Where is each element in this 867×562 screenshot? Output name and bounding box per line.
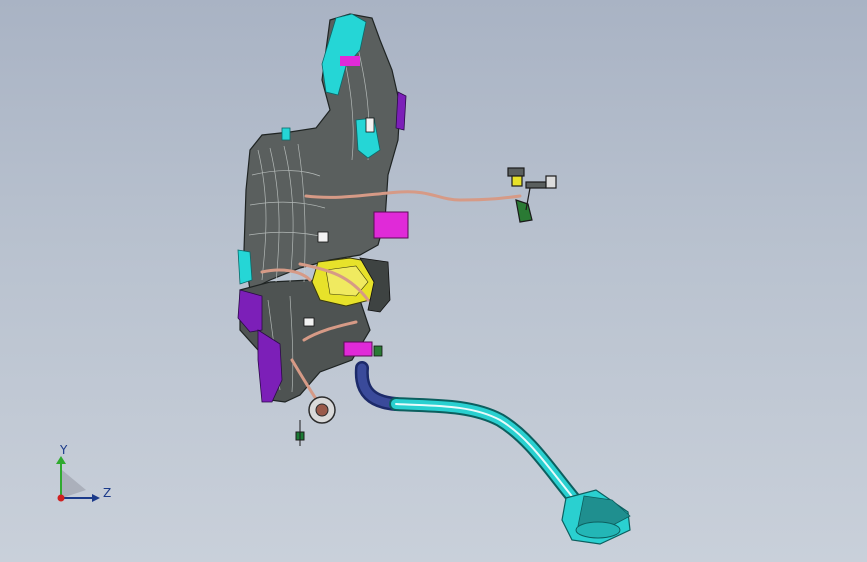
axis-z-label: Z [103, 486, 112, 500]
cad-viewport[interactable]: Y Z [0, 0, 867, 562]
connector-harness [295, 420, 305, 446]
evap-bracket[interactable] [507, 167, 557, 223]
filler-neck-hose[interactable] [354, 361, 582, 507]
fuel-system-assembly[interactable] [0, 0, 867, 562]
axis-y-label: Y [60, 443, 68, 457]
magenta-bracket [343, 341, 373, 357]
magenta-clip [340, 56, 360, 66]
sender-ring[interactable] [308, 396, 336, 424]
magenta-canister[interactable] [373, 211, 409, 239]
filler-cap-assembly[interactable] [561, 489, 631, 545]
